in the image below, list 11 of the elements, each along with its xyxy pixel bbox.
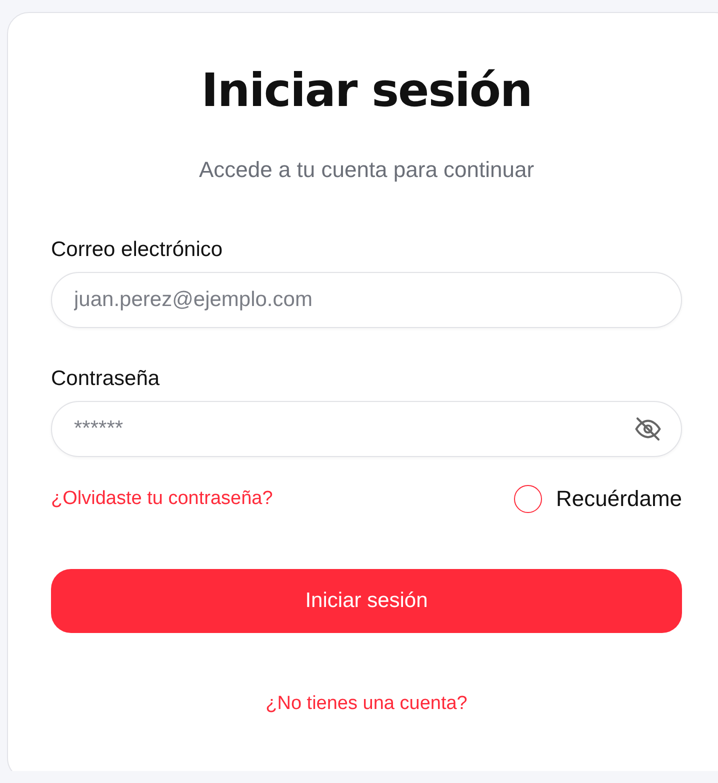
field-label: Correo electrónico: [51, 237, 224, 263]
subtitle: Accede a tu cuenta para continuar: [198, 156, 536, 184]
forgot-password-link[interactable]: ¿Olvidaste tu contraseña?: [51, 488, 273, 510]
remember-checkbox[interactable]: [514, 485, 542, 513]
eye-off-icon[interactable]: [634, 415, 662, 443]
signup-link[interactable]: ¿No tienes una cuenta?: [51, 693, 682, 715]
remember-label: Recuérdame: [556, 486, 682, 512]
password-field[interactable]: ******: [51, 401, 682, 457]
login-button[interactable]: Iniciar sesión: [51, 569, 682, 633]
page-title: Iniciar sesión: [200, 62, 533, 119]
field-label: Contraseña: [51, 366, 161, 392]
